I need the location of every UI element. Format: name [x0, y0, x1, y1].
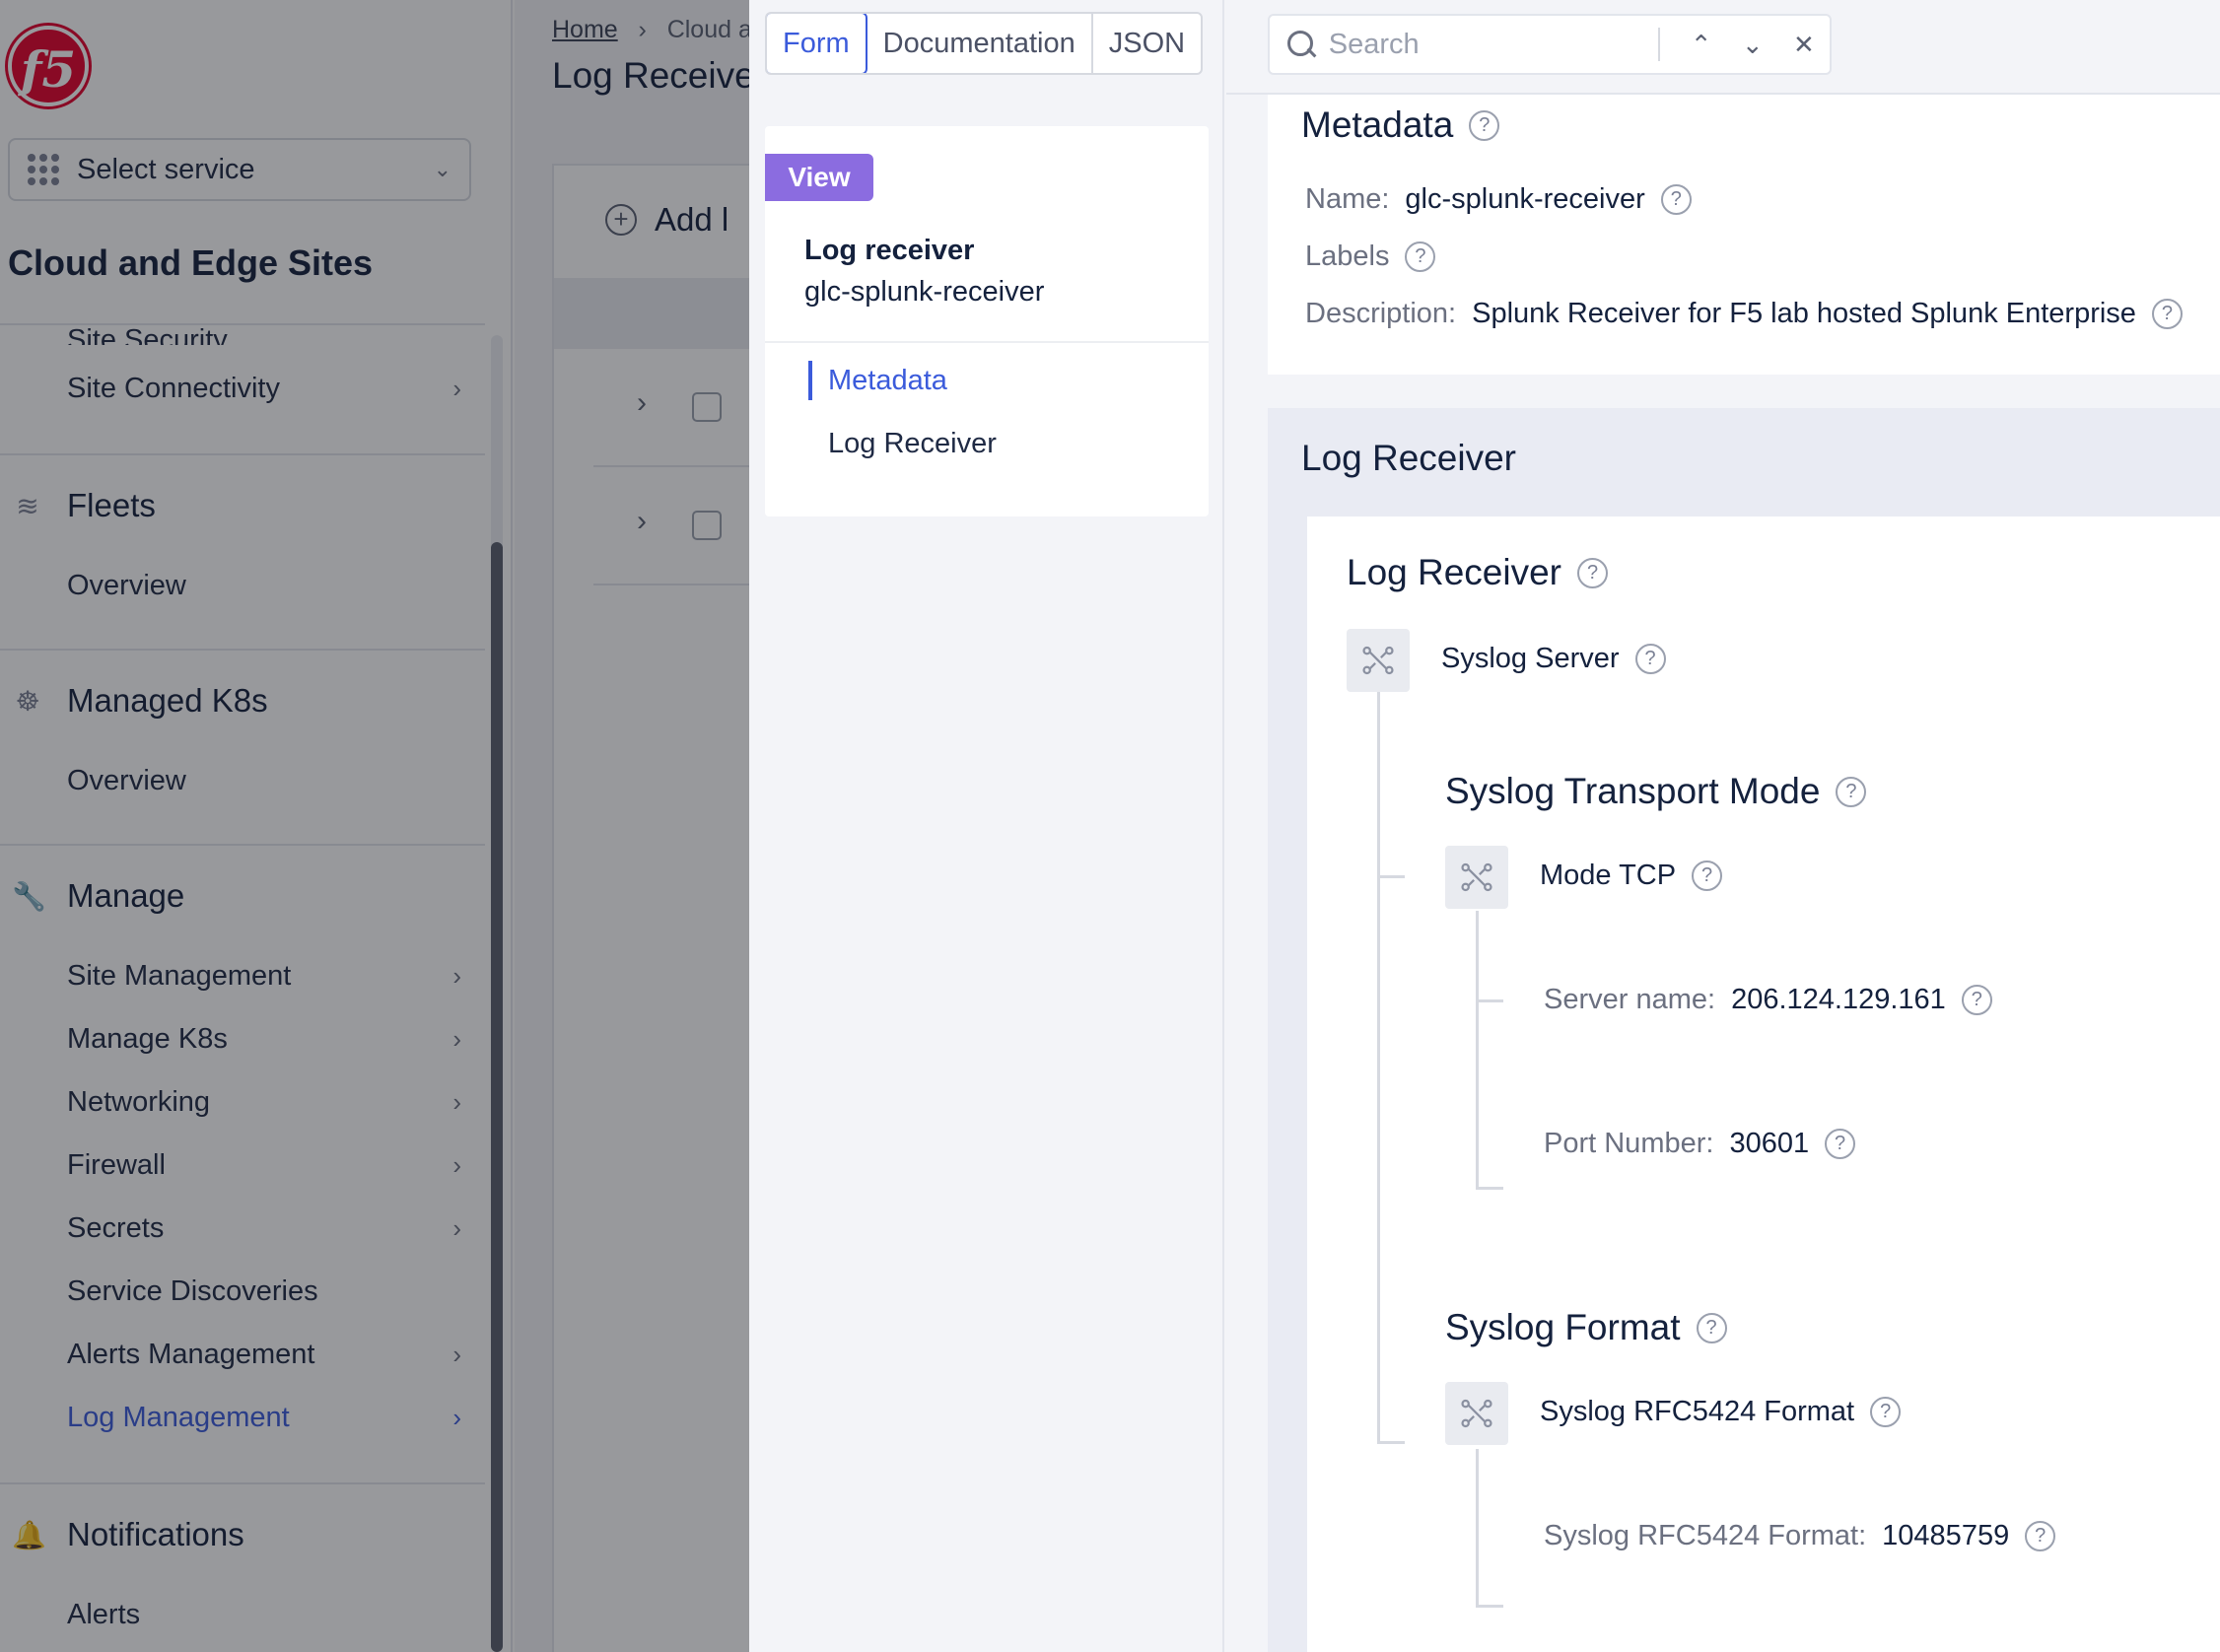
transport-mode-heading: Syslog Transport Mode ? [1445, 771, 1867, 812]
tree-connector [1476, 1605, 1503, 1608]
subsection-title: Syslog Format [1445, 1307, 1681, 1347]
help-icon[interactable]: ? [1634, 644, 1666, 674]
chevron-down-icon[interactable]: ⌄ [1727, 30, 1778, 60]
search-input[interactable] [1328, 28, 1654, 61]
labels-field: Labels ? [1305, 241, 1436, 273]
log-receiver-heading: Log Receiver ? [1347, 552, 1609, 593]
syslog-server-row: Syslog Server ? [1441, 643, 1666, 675]
field-value: Splunk Receiver for F5 lab hosted Splunk… [1472, 298, 2136, 329]
tree-connector [1377, 875, 1405, 878]
help-icon[interactable]: ? [1405, 241, 1436, 272]
help-icon[interactable]: ? [1660, 184, 1692, 215]
port-number-field: Port Number: 30601 ? [1544, 1128, 1856, 1160]
help-icon[interactable]: ? [2025, 1521, 2056, 1551]
card-title: Log Receiver [1347, 552, 1562, 592]
object-name: glc-splunk-receiver [804, 276, 1045, 308]
choice-icon [1347, 629, 1410, 692]
chevron-up-icon[interactable]: ⌃ [1676, 30, 1727, 60]
view-badge: View [765, 154, 873, 201]
divider [1657, 28, 1660, 61]
mode-tcp-row: Mode TCP ? [1540, 860, 1723, 892]
description-field: Description: Splunk Receiver for F5 lab … [1305, 298, 2183, 330]
field-value: glc-splunk-receiver [1405, 183, 1645, 215]
help-icon[interactable]: ? [1696, 1312, 1727, 1343]
syslog-format-heading: Syslog Format ? [1445, 1307, 1727, 1348]
tree-connector [1476, 1449, 1479, 1607]
drawer-nav-pane: Form Documentation JSON View Log receive… [749, 0, 1224, 1652]
choice-icon [1445, 1382, 1508, 1445]
object-summary-card: View Log receiver glc-splunk-receiver Me… [765, 126, 1209, 516]
help-icon[interactable]: ? [2151, 299, 2183, 329]
tab-form[interactable]: Form [767, 14, 867, 73]
view-mode-tabs: Form Documentation JSON [765, 12, 1204, 75]
help-icon[interactable]: ? [1825, 1129, 1856, 1159]
search-bar: ⌃ ⌄ ✕ [1268, 14, 1832, 75]
help-icon[interactable]: ? [1692, 860, 1723, 891]
option-label: Syslog RFC5424 Format [1540, 1396, 1855, 1427]
field-label: Server name: [1544, 984, 1716, 1015]
subsection-title: Syslog Transport Mode [1445, 771, 1821, 811]
option-label: Syslog Server [1441, 643, 1620, 674]
field-value: 10485759 [1882, 1520, 2010, 1551]
field-label: Labels [1305, 241, 1390, 272]
tree-connector [1377, 1441, 1405, 1444]
tree-connector [1476, 999, 1503, 1002]
metadata-heading: Metadata ? [1301, 104, 1500, 146]
field-label: Description: [1305, 298, 1457, 329]
tree-connector [1476, 911, 1479, 1189]
modal-overlay[interactable] [0, 0, 749, 1652]
help-icon[interactable]: ? [1469, 109, 1500, 141]
field-value: 206.124.129.161 [1731, 984, 1946, 1015]
metadata-title: Metadata [1301, 104, 1454, 145]
field-value: 30601 [1729, 1128, 1810, 1159]
section-title: Log Receiver [1301, 438, 1517, 478]
metadata-card: Metadata ? Name: glc-splunk-receiver ? L… [1268, 95, 2220, 375]
option-label: Mode TCP [1540, 860, 1677, 891]
divider [765, 341, 1209, 343]
name-field: Name: glc-splunk-receiver ? [1305, 183, 1692, 216]
server-name-field: Server name: 206.124.129.161 ? [1544, 984, 1992, 1016]
choice-icon [1445, 846, 1508, 909]
help-icon[interactable]: ? [1870, 1397, 1902, 1427]
log-receiver-section: Log Receiver Log Receiver ? Syslog Serve… [1268, 408, 2220, 1652]
tab-documentation[interactable]: Documentation [867, 14, 1093, 73]
search-icon [1285, 29, 1315, 60]
tree-connector [1476, 1187, 1503, 1190]
tree-connector [1377, 692, 1380, 1443]
object-type: Log receiver [804, 235, 975, 266]
help-icon[interactable]: ? [1836, 776, 1867, 807]
log-receiver-card: Log Receiver ? Syslog Server ? Syslog Tr… [1307, 516, 2220, 1652]
field-label: Port Number: [1544, 1128, 1714, 1159]
drawer-content-pane: ⌃ ⌄ ✕ Metadata ? Name: glc-splunk-receiv… [1226, 0, 2220, 1652]
field-label: Name: [1305, 183, 1390, 215]
field-label: Syslog RFC5424 Format: [1544, 1520, 1867, 1551]
tab-json[interactable]: JSON [1093, 14, 1201, 73]
nav-link-log-receiver[interactable]: Log Receiver [828, 428, 997, 460]
view-drawer: Form Documentation JSON View Log receive… [749, 0, 2220, 1652]
nav-link-metadata[interactable]: Metadata [808, 361, 947, 400]
help-icon[interactable]: ? [1577, 557, 1609, 588]
rfc5424-format-row: Syslog RFC5424 Format ? [1540, 1396, 1902, 1428]
close-icon[interactable]: ✕ [1778, 30, 1830, 60]
help-icon[interactable]: ? [1961, 985, 1992, 1015]
rfc5424-format-field: Syslog RFC5424 Format: 10485759 ? [1544, 1520, 2056, 1552]
